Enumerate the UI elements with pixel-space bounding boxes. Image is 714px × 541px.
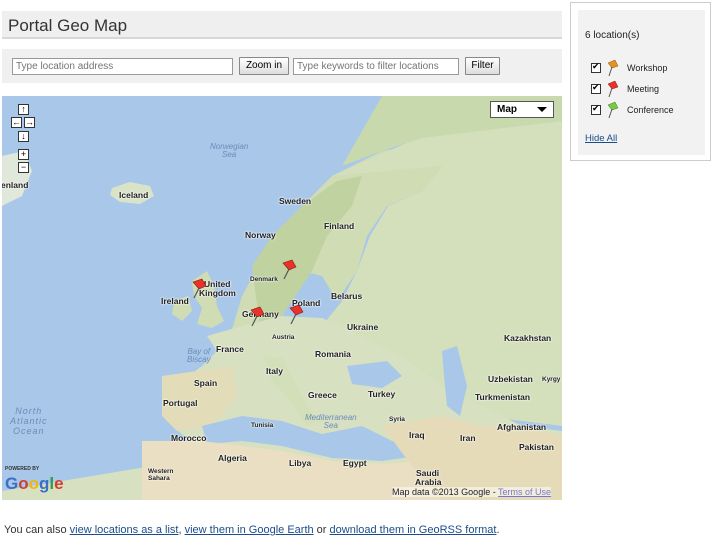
location-legend: 6 location(s) Workshop Meeting Confer — [570, 2, 711, 161]
country-label: Libya — [289, 458, 312, 468]
google-logo[interactable]: POWERED BY Google — [5, 466, 64, 494]
map-pin-meeting[interactable] — [248, 306, 266, 328]
conference-checkbox[interactable] — [591, 103, 601, 115]
zoom-minus-button[interactable]: − — [18, 162, 29, 173]
workshop-checkbox[interactable] — [591, 61, 601, 73]
country-label: Austria — [272, 334, 295, 341]
country-label: Kyrgy — [542, 376, 561, 383]
view-list-link[interactable]: view locations as a list — [70, 524, 179, 536]
portlet-title: Portal Geo Map — [8, 16, 128, 35]
meeting-checkbox[interactable] — [591, 82, 601, 94]
map-attribution: Map data ©2013 Google - Terms of Use — [392, 487, 552, 497]
country-label: France — [216, 344, 244, 354]
country-label: Arabia — [415, 477, 442, 487]
legend-panel: 6 location(s) Workshop Meeting Confer — [578, 10, 705, 155]
terms-of-use-link[interactable]: Terms of Use — [498, 487, 551, 497]
country-label: Western — [148, 468, 174, 475]
legend-item-workshop: Workshop — [591, 59, 701, 78]
georss-link[interactable]: download them in GeoRSS format — [330, 524, 497, 536]
sea-label-biscay: Bay of Biscay — [187, 347, 211, 364]
country-label: Romania — [315, 349, 351, 359]
country-label: Uzbekistan — [488, 374, 533, 384]
chevron-down-icon — [537, 107, 547, 112]
pan-up-button[interactable]: ↑ — [18, 104, 29, 115]
country-label: Syria — [389, 416, 405, 423]
country-label: Egypt — [343, 458, 367, 468]
legend-item-conference: Conference — [591, 101, 701, 120]
country-label: Pakistan — [519, 442, 554, 452]
address-search-input[interactable] — [12, 58, 233, 75]
country-label: Portugal — [163, 398, 198, 408]
pushpin-icon — [607, 59, 619, 77]
country-label: Algeria — [218, 453, 247, 463]
filter-keywords-input[interactable] — [293, 58, 459, 75]
sea-label-mediterranean: Mediterranean Sea — [305, 413, 357, 430]
pan-left-button[interactable]: ← — [11, 117, 22, 128]
country-label: Iceland — [119, 190, 149, 200]
google-earth-link[interactable]: view them in Google Earth — [185, 524, 314, 536]
country-label: Sweden — [279, 196, 312, 206]
map-pin-meeting[interactable] — [280, 259, 298, 281]
country-label: Morocco — [171, 433, 207, 443]
country-label: Turkmenistan — [475, 392, 531, 402]
map-pin-meeting[interactable] — [190, 278, 208, 300]
map-pin-meeting[interactable] — [287, 304, 305, 326]
zoom-plus-button[interactable]: + — [18, 149, 29, 160]
country-label: Tunisia — [251, 422, 274, 429]
map-canvas[interactable]: ↑ ← → ↓ + − Map Norwegian Sea Bay of Bisca… — [2, 96, 562, 500]
sea-label-atlantic: North Atlantic Ocean — [10, 406, 48, 436]
country-label: Finland — [324, 221, 355, 231]
pushpin-icon — [607, 101, 619, 119]
hide-all-link[interactable]: Hide All — [585, 133, 617, 144]
map-type-select[interactable]: Map — [490, 101, 554, 118]
map-toolbar: Zoom in Filter — [2, 49, 562, 83]
legend-item-meeting: Meeting — [591, 80, 701, 99]
country-label: Ukraine — [347, 322, 379, 332]
map-terrain — [2, 96, 562, 500]
footer-links: You can also view locations as a list, v… — [4, 524, 500, 536]
map-type-label: Map — [497, 104, 517, 115]
pan-right-button[interactable]: → — [24, 117, 35, 128]
country-label: Greece — [308, 390, 337, 400]
country-label: Italy — [266, 366, 284, 376]
country-label: Turkey — [368, 389, 396, 399]
country-label: Belarus — [331, 291, 363, 301]
country-label: Iran — [460, 433, 476, 443]
country-label: Spain — [194, 378, 218, 388]
country-label: Norway — [245, 230, 276, 240]
portlet-title-bar: Portal Geo Map — [2, 11, 562, 39]
country-label: Ireland — [161, 296, 189, 306]
location-count: 6 location(s) — [585, 30, 640, 41]
country-label: Iraq — [409, 430, 425, 440]
filter-button[interactable]: Filter — [465, 57, 500, 75]
sea-label-norwegian: Norwegian Sea — [210, 142, 249, 159]
geo-map-portlet: Portal Geo Map Zoom in Filter — [0, 0, 563, 541]
country-label: Denmark — [250, 276, 278, 283]
country-label: Sahara — [148, 475, 170, 482]
country-label: Kazakhstan — [504, 333, 552, 343]
pan-down-button[interactable]: ↓ — [18, 131, 29, 142]
country-label: enland — [2, 180, 29, 190]
zoom-in-button[interactable]: Zoom in — [239, 57, 289, 75]
pushpin-icon — [607, 80, 619, 98]
country-label: Afghanistan — [497, 422, 547, 432]
